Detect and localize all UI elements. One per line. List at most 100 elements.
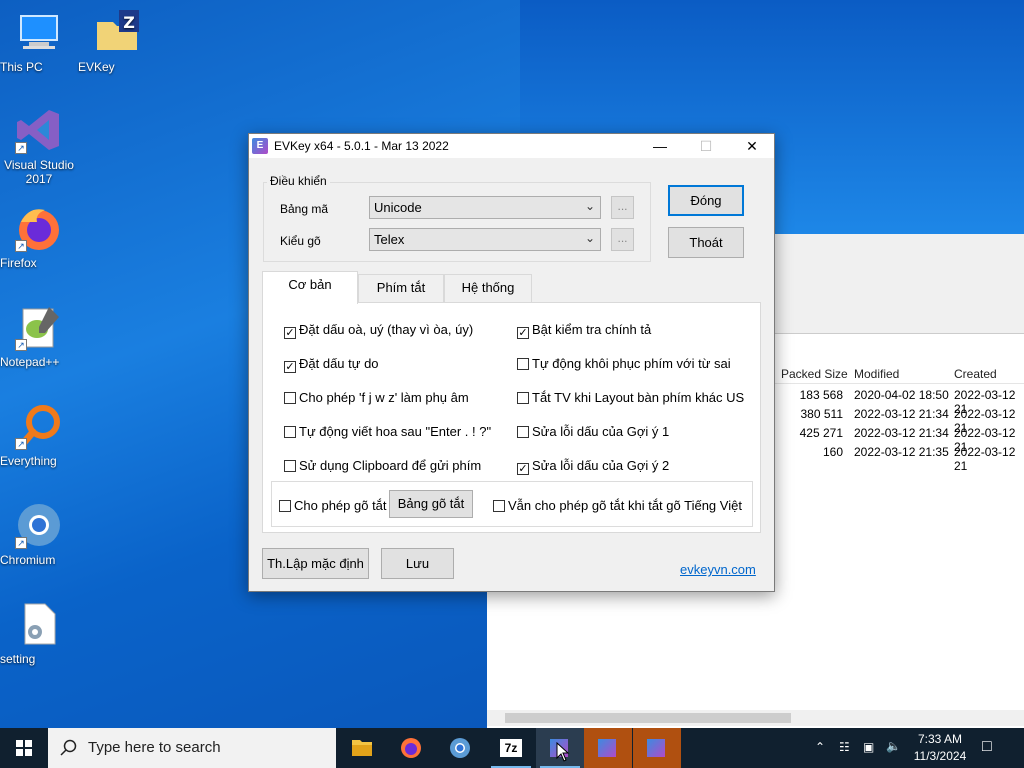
column-created[interactable]: Created <box>954 367 997 381</box>
checkbox[interactable]: ✓ <box>517 327 529 339</box>
chevron-down-icon: ⌄ <box>584 231 595 245</box>
close-button[interactable]: ✕ <box>729 134 775 158</box>
taskbar-search-box[interactable]: Type here to search <box>48 728 336 768</box>
show-hidden-icons-button[interactable]: ⌃ <box>815 740 825 754</box>
icon-label: setting <box>0 652 36 666</box>
folder-icon: Z <box>93 8 141 56</box>
option-fix-suggestion-1[interactable]: Sửa lỗi dấu của Gợi ý 1 <box>517 424 669 439</box>
icon-label: Everything <box>0 454 57 468</box>
checkbox[interactable]: ✓ <box>284 327 296 339</box>
option-disable-non-us-layout[interactable]: Tắt TV khi Layout bàn phím khác US <box>517 390 744 405</box>
desktop-icon-notepad-plus-plus[interactable]: ↗ Notepad++ <box>0 303 78 369</box>
charset-more-button[interactable]: ... <box>611 196 634 219</box>
shortcut-arrow-icon: ↗ <box>15 240 27 252</box>
checkbox[interactable] <box>284 460 296 472</box>
evkey-icon <box>598 739 616 757</box>
reset-defaults-button[interactable]: Th.Lập mặc định <box>262 548 369 579</box>
taskbar-file-explorer[interactable] <box>338 728 386 768</box>
checkbox[interactable]: ✓ <box>284 361 296 373</box>
taskbar-evkey-instance-2[interactable] <box>584 728 632 768</box>
checkbox[interactable] <box>279 500 291 512</box>
evkey-icon <box>647 739 665 757</box>
icon-label: Visual Studio 2017 <box>4 158 74 186</box>
option-fjwz-phu-am[interactable]: Cho phép 'f j w z' làm phụ âm <box>284 390 469 405</box>
chromium-icon: ↗ <box>15 501 63 549</box>
taskbar-evkey-active[interactable] <box>536 728 584 768</box>
taskbar-evkey-instance-3[interactable] <box>633 728 681 768</box>
option-spell-check[interactable]: ✓ Bật kiểm tra chính tả <box>517 322 651 339</box>
shortcut-table-button[interactable]: Bảng gõ tắt <box>389 490 473 518</box>
input-method-more-button[interactable]: ... <box>611 228 634 251</box>
start-button[interactable] <box>0 728 48 768</box>
taskbar-firefox[interactable] <box>387 728 435 768</box>
column-packed-size[interactable]: Packed Size <box>781 367 848 381</box>
charset-label: Bảng mã <box>280 202 329 216</box>
visual-studio-icon: ↗ <box>15 106 63 154</box>
minimize-button[interactable]: — <box>637 134 683 158</box>
language-icon[interactable]: ☷ <box>839 740 850 754</box>
checkbox[interactable] <box>284 392 296 404</box>
checkbox[interactable]: ✓ <box>517 463 529 475</box>
settings-file-icon <box>15 600 63 648</box>
title-bar[interactable]: E EVKey x64 - 5.0.1 - Mar 13 2022 — ☐ ✕ <box>249 134 774 158</box>
option-allow-shortcuts[interactable]: Cho phép gõ tắt <box>279 498 387 513</box>
taskbar-chromium[interactable] <box>436 728 484 768</box>
folder-icon <box>352 740 372 756</box>
input-method-select[interactable]: Telex ⌄ <box>369 228 601 251</box>
tab-system[interactable]: Hệ thống <box>444 274 532 302</box>
tab-panel-basic: ✓ Đặt dấu oà, uý (thay vì òa, úy) ✓ Đặt dấ… <box>262 302 761 533</box>
maximize-button[interactable]: ☐ <box>683 134 729 158</box>
save-button[interactable]: Lưu <box>381 548 454 579</box>
scrollbar-thumb[interactable] <box>505 713 791 723</box>
desktop-icon-firefox[interactable]: ↗ Firefox <box>0 204 78 270</box>
desktop-icon-chromium[interactable]: ↗ Chromium <box>0 501 78 567</box>
shortcut-group: Cho phép gõ tắt Bảng gõ tắt Vẫn cho phép… <box>271 481 753 527</box>
firefox-icon <box>401 738 421 758</box>
icon-label: Notepad++ <box>0 355 60 369</box>
checkbox[interactable] <box>517 358 529 370</box>
desktop-icon-evkey[interactable]: Z EVKey <box>78 8 156 74</box>
control-group-label: Điều khiển <box>267 174 330 188</box>
shortcut-arrow-icon: ↗ <box>15 339 27 351</box>
desktop-icon-everything[interactable]: ↗ Everything <box>0 402 78 468</box>
evkey-dialog[interactable]: E EVKey x64 - 5.0.1 - Mar 13 2022 — ☐ ✕ … <box>248 133 775 592</box>
tab-shortcuts[interactable]: Phím tắt <box>358 274 444 302</box>
option-fix-suggestion-2[interactable]: ✓ Sửa lỗi dấu của Gợi ý 2 <box>517 458 669 475</box>
option-auto-capitalize[interactable]: Tự động viết hoa sau "Enter . ! ?" <box>284 424 491 439</box>
checkbox[interactable] <box>517 392 529 404</box>
shortcut-arrow-icon: ↗ <box>15 438 27 450</box>
option-dat-dau-tu-do[interactable]: ✓ Đặt dấu tự do <box>284 356 379 373</box>
windows-logo-icon <box>16 740 32 756</box>
desktop-icon-setting[interactable]: setting <box>0 600 78 666</box>
icon-label: This PC <box>0 60 43 74</box>
option-auto-restore[interactable]: Tự động khôi phục phím với từ sai <box>517 356 731 371</box>
icon-label: Chromium <box>0 553 56 567</box>
desktop-icon-visual-studio[interactable]: ↗ Visual Studio 2017 <box>0 106 78 186</box>
notifications-icon[interactable]: □ <box>982 738 992 756</box>
checkbox[interactable] <box>493 500 505 512</box>
horizontal-scrollbar[interactable] <box>487 710 1024 726</box>
checkbox[interactable] <box>284 426 296 438</box>
option-shortcuts-when-off[interactable]: Vẫn cho phép gõ tắt khi tắt gõ Tiếng Việ… <box>493 498 742 513</box>
volume-muted-icon[interactable]: 🔈 <box>886 739 901 753</box>
clock[interactable]: 7:33 AM 11/3/2024 <box>908 732 972 763</box>
shortcut-arrow-icon: ↗ <box>15 537 27 549</box>
charset-select[interactable]: Unicode ⌄ <box>369 196 601 219</box>
option-use-clipboard[interactable]: Sử dụng Clipboard để gửi phím <box>284 458 481 473</box>
desktop-icon-this-pc[interactable]: This PC <box>0 8 78 74</box>
chevron-down-icon: ⌄ <box>584 199 595 213</box>
option-dat-dau-oa-uy[interactable]: ✓ Đặt dấu oà, uý (thay vì òa, úy) <box>284 322 473 339</box>
taskbar-7zip[interactable]: 7z <box>487 728 535 768</box>
tab-basic[interactable]: Cơ bản <box>262 271 358 304</box>
exit-button[interactable]: Thoát <box>668 227 744 258</box>
close-dialog-button[interactable]: Đóng <box>668 185 744 216</box>
website-link[interactable]: evkeyvn.com <box>680 562 756 577</box>
network-icon[interactable]: ▣ <box>863 740 874 754</box>
search-placeholder: Type here to search <box>88 739 221 756</box>
notepad-plus-plus-icon: ↗ <box>15 303 63 351</box>
column-modified[interactable]: Modified <box>854 367 899 381</box>
evkey-app-icon: E <box>252 138 268 154</box>
this-pc-icon <box>15 8 63 56</box>
checkbox[interactable] <box>517 426 529 438</box>
clock-date: 11/3/2024 <box>913 749 967 763</box>
